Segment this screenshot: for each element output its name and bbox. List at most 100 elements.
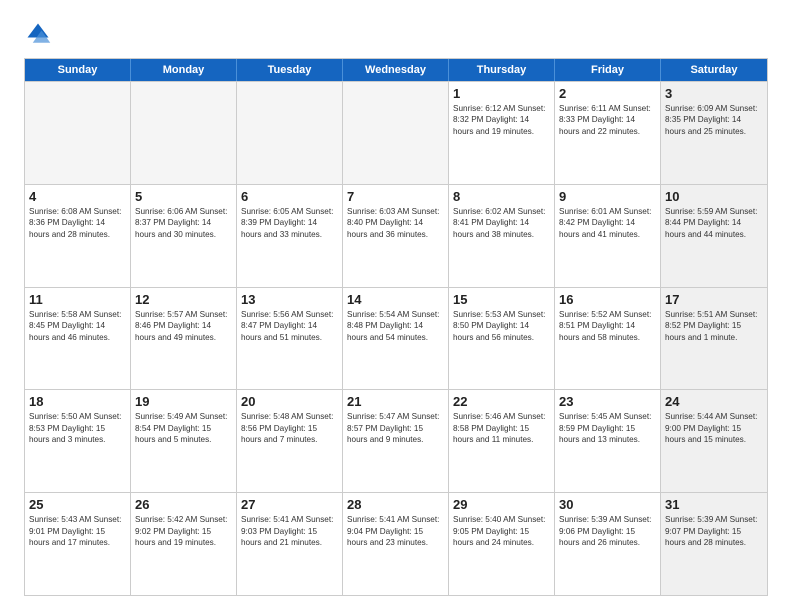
day-info: Sunrise: 6:01 AM Sunset: 8:42 PM Dayligh…	[559, 206, 656, 240]
calendar-cell-27: 27 Sunrise: 5:41 AM Sunset: 9:03 PM Dayli…	[237, 493, 343, 595]
day-info: Sunrise: 6:09 AM Sunset: 8:35 PM Dayligh…	[665, 103, 763, 137]
day-number: 13	[241, 292, 338, 307]
day-info: Sunrise: 5:41 AM Sunset: 9:04 PM Dayligh…	[347, 514, 444, 548]
calendar-cell-11: 11 Sunrise: 5:58 AM Sunset: 8:45 PM Dayli…	[25, 288, 131, 390]
calendar-cell-25: 25 Sunrise: 5:43 AM Sunset: 9:01 PM Dayli…	[25, 493, 131, 595]
header	[24, 20, 768, 48]
day-number: 23	[559, 394, 656, 409]
calendar-week-1: 1 Sunrise: 6:12 AM Sunset: 8:32 PM Daylig…	[25, 81, 767, 184]
calendar-cell-19: 19Sunrise: 5:49 AM Sunset: 8:54 PM Dayli…	[131, 390, 237, 492]
calendar-cell-6: 6 Sunrise: 6:05 AM Sunset: 8:39 PM Daylig…	[237, 185, 343, 287]
day-info: Sunrise: 5:46 AM Sunset: 8:58 PM Dayligh…	[453, 411, 550, 445]
calendar-cell-24: 24Sunrise: 5:44 AM Sunset: 9:00 PM Dayli…	[661, 390, 767, 492]
day-info: Sunrise: 5:52 AM Sunset: 8:51 PM Dayligh…	[559, 309, 656, 343]
day-info: Sunrise: 5:59 AM Sunset: 8:44 PM Dayligh…	[665, 206, 763, 240]
calendar-header-row: SundayMondayTuesdayWednesdayThursdayFrid…	[25, 59, 767, 81]
calendar-cell-8: 8Sunrise: 6:02 AM Sunset: 8:41 PM Daylig…	[449, 185, 555, 287]
day-number: 5	[135, 189, 232, 204]
calendar-cell-14: 14 Sunrise: 5:54 AM Sunset: 8:48 PM Dayli…	[343, 288, 449, 390]
calendar-week-3: 11 Sunrise: 5:58 AM Sunset: 8:45 PM Dayli…	[25, 287, 767, 390]
calendar-cell-31: 31 Sunrise: 5:39 AM Sunset: 9:07 PM Dayli…	[661, 493, 767, 595]
day-number: 2	[559, 86, 656, 101]
day-number: 10	[665, 189, 763, 204]
calendar-header-wednesday: Wednesday	[343, 59, 449, 81]
day-info: Sunrise: 5:53 AM Sunset: 8:50 PM Dayligh…	[453, 309, 550, 343]
day-info: Sunrise: 5:41 AM Sunset: 9:03 PM Dayligh…	[241, 514, 338, 548]
day-number: 27	[241, 497, 338, 512]
day-number: 31	[665, 497, 763, 512]
day-number: 14	[347, 292, 444, 307]
calendar-cell-30: 30Sunrise: 5:39 AM Sunset: 9:06 PM Dayli…	[555, 493, 661, 595]
calendar-cell-3: 3 Sunrise: 6:09 AM Sunset: 8:35 PM Daylig…	[661, 82, 767, 184]
day-number: 4	[29, 189, 126, 204]
calendar-header-monday: Monday	[131, 59, 237, 81]
day-number: 28	[347, 497, 444, 512]
day-info: Sunrise: 6:05 AM Sunset: 8:39 PM Dayligh…	[241, 206, 338, 240]
calendar-cell-empty-1	[131, 82, 237, 184]
day-info: Sunrise: 5:43 AM Sunset: 9:01 PM Dayligh…	[29, 514, 126, 548]
day-number: 3	[665, 86, 763, 101]
calendar-cell-empty-3	[343, 82, 449, 184]
calendar-cell-29: 29 Sunrise: 5:40 AM Sunset: 9:05 PM Dayli…	[449, 493, 555, 595]
calendar-cell-2: 2 Sunrise: 6:11 AM Sunset: 8:33 PM Daylig…	[555, 82, 661, 184]
calendar-cell-17: 17 Sunrise: 5:51 AM Sunset: 8:52 PM Dayli…	[661, 288, 767, 390]
calendar-cell-22: 22 Sunrise: 5:46 AM Sunset: 8:58 PM Dayli…	[449, 390, 555, 492]
day-number: 17	[665, 292, 763, 307]
day-info: Sunrise: 5:39 AM Sunset: 9:07 PM Dayligh…	[665, 514, 763, 548]
day-info: Sunrise: 5:51 AM Sunset: 8:52 PM Dayligh…	[665, 309, 763, 343]
day-info: Sunrise: 5:48 AM Sunset: 8:56 PM Dayligh…	[241, 411, 338, 445]
calendar-cell-9: 9 Sunrise: 6:01 AM Sunset: 8:42 PM Daylig…	[555, 185, 661, 287]
calendar-cell-13: 13 Sunrise: 5:56 AM Sunset: 8:47 PM Dayli…	[237, 288, 343, 390]
day-number: 25	[29, 497, 126, 512]
day-number: 9	[559, 189, 656, 204]
day-number: 24	[665, 394, 763, 409]
day-number: 29	[453, 497, 550, 512]
calendar-week-4: 18Sunrise: 5:50 AM Sunset: 8:53 PM Dayli…	[25, 389, 767, 492]
day-info: Sunrise: 5:57 AM Sunset: 8:46 PM Dayligh…	[135, 309, 232, 343]
day-number: 12	[135, 292, 232, 307]
day-info: Sunrise: 5:49 AM Sunset: 8:54 PM Dayligh…	[135, 411, 232, 445]
calendar-cell-16: 16Sunrise: 5:52 AM Sunset: 8:51 PM Dayli…	[555, 288, 661, 390]
day-number: 6	[241, 189, 338, 204]
calendar-cell-26: 26 Sunrise: 5:42 AM Sunset: 9:02 PM Dayli…	[131, 493, 237, 595]
day-number: 21	[347, 394, 444, 409]
calendar-header-friday: Friday	[555, 59, 661, 81]
calendar-header-saturday: Saturday	[661, 59, 767, 81]
day-number: 20	[241, 394, 338, 409]
calendar-cell-10: 10 Sunrise: 5:59 AM Sunset: 8:44 PM Dayli…	[661, 185, 767, 287]
calendar-cell-21: 21Sunrise: 5:47 AM Sunset: 8:57 PM Dayli…	[343, 390, 449, 492]
day-info: Sunrise: 5:40 AM Sunset: 9:05 PM Dayligh…	[453, 514, 550, 548]
calendar-header-sunday: Sunday	[25, 59, 131, 81]
day-info: Sunrise: 6:08 AM Sunset: 8:36 PM Dayligh…	[29, 206, 126, 240]
calendar-cell-18: 18Sunrise: 5:50 AM Sunset: 8:53 PM Dayli…	[25, 390, 131, 492]
day-number: 22	[453, 394, 550, 409]
day-info: Sunrise: 5:42 AM Sunset: 9:02 PM Dayligh…	[135, 514, 232, 548]
day-number: 15	[453, 292, 550, 307]
day-number: 18	[29, 394, 126, 409]
day-number: 7	[347, 189, 444, 204]
logo	[24, 20, 56, 48]
day-number: 30	[559, 497, 656, 512]
calendar-cell-empty-2	[237, 82, 343, 184]
calendar-body: 1 Sunrise: 6:12 AM Sunset: 8:32 PM Daylig…	[25, 81, 767, 595]
day-info: Sunrise: 5:58 AM Sunset: 8:45 PM Dayligh…	[29, 309, 126, 343]
day-info: Sunrise: 5:45 AM Sunset: 8:59 PM Dayligh…	[559, 411, 656, 445]
day-info: Sunrise: 6:03 AM Sunset: 8:40 PM Dayligh…	[347, 206, 444, 240]
calendar-cell-empty-0	[25, 82, 131, 184]
day-info: Sunrise: 5:54 AM Sunset: 8:48 PM Dayligh…	[347, 309, 444, 343]
calendar-cell-28: 28 Sunrise: 5:41 AM Sunset: 9:04 PM Dayli…	[343, 493, 449, 595]
calendar-cell-5: 5 Sunrise: 6:06 AM Sunset: 8:37 PM Daylig…	[131, 185, 237, 287]
calendar-header-thursday: Thursday	[449, 59, 555, 81]
day-info: Sunrise: 5:56 AM Sunset: 8:47 PM Dayligh…	[241, 309, 338, 343]
day-info: Sunrise: 6:11 AM Sunset: 8:33 PM Dayligh…	[559, 103, 656, 137]
calendar: SundayMondayTuesdayWednesdayThursdayFrid…	[24, 58, 768, 596]
day-number: 8	[453, 189, 550, 204]
day-number: 26	[135, 497, 232, 512]
day-number: 1	[453, 86, 550, 101]
calendar-cell-7: 7 Sunrise: 6:03 AM Sunset: 8:40 PM Daylig…	[343, 185, 449, 287]
day-info: Sunrise: 6:12 AM Sunset: 8:32 PM Dayligh…	[453, 103, 550, 137]
calendar-week-5: 25 Sunrise: 5:43 AM Sunset: 9:01 PM Dayli…	[25, 492, 767, 595]
calendar-cell-23: 23 Sunrise: 5:45 AM Sunset: 8:59 PM Dayli…	[555, 390, 661, 492]
day-info: Sunrise: 6:06 AM Sunset: 8:37 PM Dayligh…	[135, 206, 232, 240]
day-number: 11	[29, 292, 126, 307]
